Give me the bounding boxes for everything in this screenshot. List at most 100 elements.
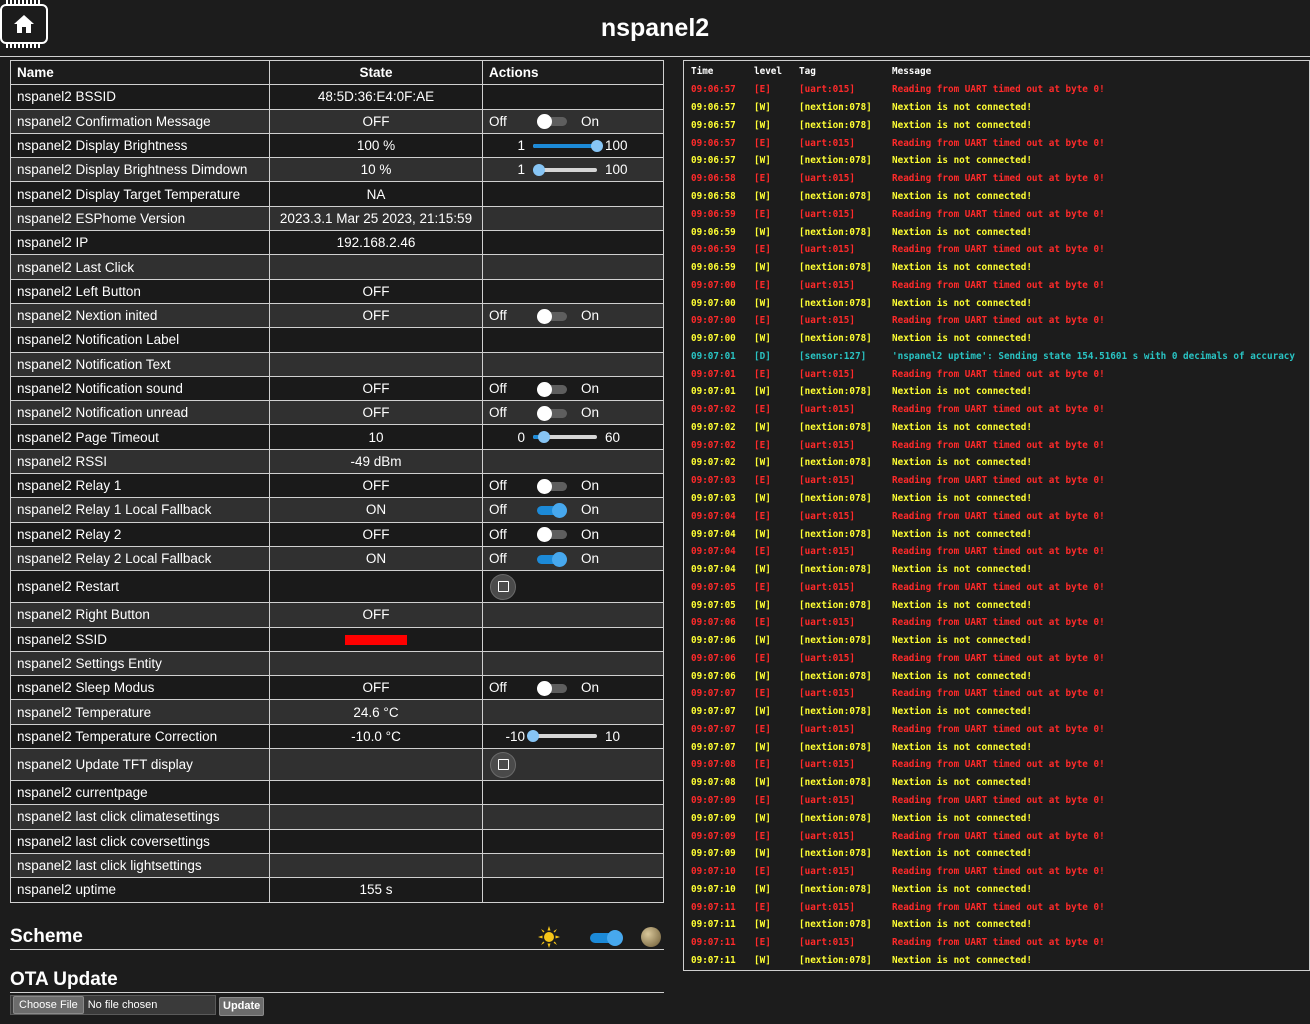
moon-icon[interactable]: [641, 927, 661, 947]
log-time: 09:07:04: [691, 564, 736, 576]
log-line: 09:07:05 [W] [nextion:078] Nextion is not c…: [684, 596, 1309, 614]
switch-toggle[interactable]: [537, 405, 567, 421]
log-tag: [nextion:078]: [799, 333, 872, 345]
entity-actions: [482, 828, 664, 854]
entity-state: 155 s: [269, 877, 483, 903]
log-level: [W]: [754, 919, 771, 931]
log-time: 09:07:04: [691, 546, 736, 558]
entity-actions: Off On: [482, 400, 664, 426]
log-tag: [nextion:078]: [799, 741, 872, 753]
entity-name: nspanel2 Display Target Temperature: [10, 181, 270, 207]
log-message: Nextion is not connected!: [892, 564, 1032, 576]
log-line: 09:07:08 [E] [uart:015] Reading from UART t…: [684, 756, 1309, 774]
entity-name: nspanel2 RSSI: [10, 448, 270, 475]
log-level: [E]: [754, 688, 771, 700]
switch-toggle[interactable]: [537, 381, 567, 397]
table-row: nspanel2 Relay 2 OFF Off On: [10, 521, 664, 547]
log-body: 09:06:57 [E] [uart:015] Reading from UART t…: [684, 81, 1309, 969]
switch-toggle[interactable]: [537, 308, 567, 324]
log-tag: [nextion:078]: [799, 599, 872, 611]
entity-state: 2023.3.1 Mar 25 2023, 21:15:59: [269, 205, 483, 232]
log-time: 09:06:59: [691, 226, 736, 238]
log-level: [W]: [754, 848, 771, 860]
log-line: 09:07:06 [E] [uart:015] Reading from UART t…: [684, 614, 1309, 632]
slider-knob[interactable]: [527, 730, 539, 743]
chip-pins-top: [6, 0, 42, 4]
table-row: nspanel2 last click coversettings: [10, 828, 664, 854]
switch-toggle[interactable]: [537, 551, 567, 567]
log-panel[interactable]: Time level Tag Message 09:06:57 [E] [uart:…: [683, 60, 1310, 971]
slider-knob[interactable]: [532, 163, 545, 176]
range-slider[interactable]: [527, 729, 597, 743]
press-button[interactable]: [490, 751, 516, 778]
log-time: 09:07:00: [691, 315, 736, 327]
log-tag: [nextion:078]: [799, 706, 872, 718]
slider-knob[interactable]: [591, 139, 603, 152]
log-message: Nextion is not connected!: [892, 119, 1032, 131]
entity-state: [269, 570, 483, 604]
slider-min-label: 1: [517, 138, 525, 154]
entity-actions: Off On: [482, 675, 664, 701]
log-time: 09:06:57: [691, 137, 736, 149]
switch-toggle[interactable]: [537, 527, 567, 543]
log-message: Reading from UART timed out at byte 0!: [892, 723, 1105, 735]
range-slider[interactable]: [533, 139, 603, 153]
log-time: 09:07:09: [691, 812, 736, 824]
table-row: nspanel2 Page Timeout 10 0 60: [10, 424, 664, 450]
entity-name: nspanel2 Relay 1: [10, 473, 270, 499]
slider-min-label: -10: [505, 728, 525, 744]
entity-name: nspanel2 BSSID: [10, 84, 270, 110]
log-tag: [uart:015]: [799, 866, 855, 878]
switch-control: Off On: [489, 478, 657, 494]
choose-file-button[interactable]: Choose File: [13, 996, 84, 1014]
log-tag: [uart:015]: [799, 475, 855, 487]
entity-name: nspanel2 last click climatesettings: [10, 804, 270, 830]
entity-name: nspanel2 last click coversettings: [10, 828, 270, 854]
log-level: [W]: [754, 190, 771, 202]
log-tag: [nextion:078]: [799, 262, 872, 274]
entity-actions: [482, 254, 664, 280]
log-message: Reading from UART timed out at byte 0!: [892, 368, 1105, 380]
table-row: nspanel2 Notification Label: [10, 327, 664, 353]
log-time: 09:07:11: [691, 919, 736, 931]
switch-off-label: Off: [489, 526, 507, 542]
range-slider[interactable]: [533, 430, 597, 444]
log-time: 09:07:11: [691, 954, 736, 966]
sun-icon[interactable]: [538, 926, 560, 948]
update-button[interactable]: Update: [219, 997, 265, 1016]
switch-toggle[interactable]: [537, 478, 567, 494]
log-time: 09:07:08: [691, 759, 736, 771]
entity-state: [269, 748, 483, 782]
switch-toggle[interactable]: [537, 114, 567, 130]
file-input[interactable]: Choose File No file chosen: [10, 995, 216, 1015]
log-header-row: Time level Tag Message: [684, 61, 1309, 81]
entity-state: OFF: [269, 302, 483, 329]
log-message: Reading from UART timed out at byte 0!: [892, 475, 1105, 487]
log-line: 09:07:02 [E] [uart:015] Reading from UART t…: [684, 401, 1309, 419]
log-level: [W]: [754, 599, 771, 611]
log-level: [W]: [754, 226, 771, 238]
switch-toggle[interactable]: [537, 680, 567, 696]
log-level: [E]: [754, 617, 771, 629]
slider-control: -10 10: [489, 729, 657, 744]
entity-actions: 0 60: [482, 424, 664, 450]
log-line: 09:07:01 [W] [nextion:078] Nextion is not c…: [684, 383, 1309, 401]
entity-state: [269, 828, 483, 854]
log-message: Reading from UART timed out at byte 0!: [892, 279, 1105, 291]
log-message: Reading from UART timed out at byte 0!: [892, 581, 1105, 593]
scheme-toggle[interactable]: [590, 930, 624, 946]
log-time: 09:07:11: [691, 937, 736, 949]
entity-state: OFF: [269, 108, 483, 134]
header-actions: Actions: [482, 59, 664, 86]
press-button[interactable]: [490, 573, 516, 600]
log-tag: [sensor:127]: [799, 350, 867, 362]
slider-fill: [533, 143, 597, 148]
switch-toggle[interactable]: [537, 502, 567, 518]
switch-on-label: On: [581, 526, 600, 542]
range-slider[interactable]: [532, 163, 597, 177]
log-line: 09:06:59 [W] [nextion:078] Nextion is not c…: [684, 259, 1309, 277]
entity-state: OFF: [269, 375, 483, 402]
slider-knob[interactable]: [537, 431, 550, 444]
log-message: Nextion is not connected!: [892, 190, 1032, 202]
log-message: Reading from UART timed out at byte 0!: [892, 688, 1105, 700]
